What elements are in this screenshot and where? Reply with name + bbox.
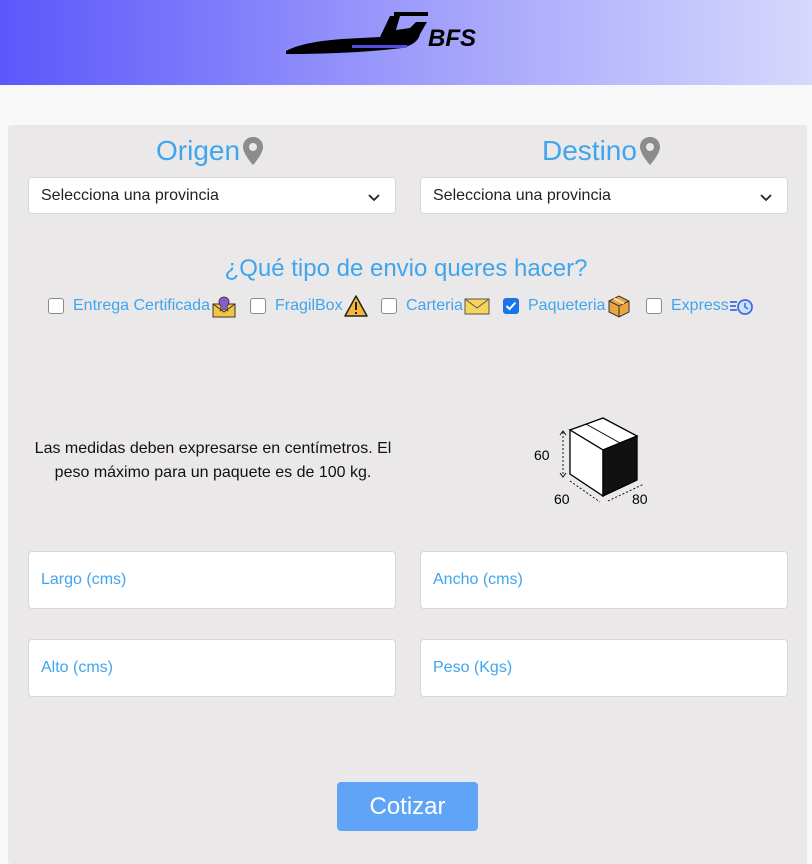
map-pin-icon bbox=[242, 136, 264, 166]
destination-title-label: Destino bbox=[542, 135, 637, 166]
peso-field[interactable] bbox=[420, 639, 788, 697]
plane-logo-icon: BFS bbox=[286, 12, 476, 54]
ancho-field[interactable] bbox=[420, 551, 788, 609]
width-label: 80 bbox=[632, 491, 648, 507]
option-paqueteria[interactable]: Paqueteria bbox=[503, 294, 632, 318]
chevron-down-icon bbox=[367, 190, 381, 208]
package-dimensions-figure: 60 60 80 bbox=[528, 410, 658, 510]
option-label: FragilBox bbox=[275, 297, 343, 314]
logo-text: BFS bbox=[428, 25, 476, 52]
origin-title: Origen bbox=[156, 135, 264, 167]
option-express[interactable]: Express bbox=[646, 294, 754, 318]
option-label: Express bbox=[671, 297, 729, 314]
checkbox-express[interactable] bbox=[646, 298, 662, 314]
chevron-down-icon bbox=[759, 190, 773, 208]
cotizar-button[interactable]: Cotizar bbox=[337, 782, 478, 831]
origin-province-select[interactable]: Selecciona una provincia bbox=[28, 177, 396, 214]
option-entrega-certificada[interactable]: Entrega Certificada bbox=[48, 294, 237, 318]
fast-clock-icon bbox=[729, 296, 754, 316]
checkbox-fragilbox[interactable] bbox=[250, 298, 266, 314]
ancho-input[interactable] bbox=[433, 571, 787, 589]
alto-field[interactable] bbox=[28, 639, 396, 697]
option-fragilbox[interactable]: FragilBox bbox=[250, 294, 368, 318]
largo-field[interactable] bbox=[28, 551, 396, 609]
shipping-type-question: ¿Qué tipo de envio queres hacer? bbox=[224, 255, 588, 282]
option-carteria[interactable]: Carteria bbox=[381, 294, 490, 318]
quote-form-card bbox=[8, 125, 807, 864]
package-icon bbox=[606, 293, 632, 319]
option-label: Paqueteria bbox=[528, 297, 606, 314]
destination-title: Destino bbox=[542, 135, 661, 167]
header-banner: BFS bbox=[0, 0, 812, 85]
measurement-note: Las medidas deben expresarse en centímet… bbox=[34, 440, 392, 481]
peso-input[interactable] bbox=[433, 659, 787, 677]
envelope-icon bbox=[464, 296, 490, 316]
bfs-logo[interactable]: BFS bbox=[282, 8, 482, 58]
option-label: Entrega Certificada bbox=[73, 297, 210, 314]
map-pin-icon bbox=[639, 136, 661, 166]
checkbox-paqueteria[interactable] bbox=[503, 298, 519, 314]
destination-province-select[interactable]: Selecciona una provincia bbox=[420, 177, 788, 214]
largo-input[interactable] bbox=[41, 571, 395, 589]
origin-select-value: Selecciona una provincia bbox=[41, 186, 219, 204]
checkmark-icon bbox=[505, 301, 517, 311]
warning-icon bbox=[343, 295, 368, 317]
checkbox-entrega-certificada[interactable] bbox=[48, 298, 64, 314]
option-label: Carteria bbox=[406, 297, 463, 314]
alto-input[interactable] bbox=[41, 659, 395, 677]
certified-mail-icon bbox=[211, 293, 237, 319]
checkbox-carteria[interactable] bbox=[381, 298, 397, 314]
origin-title-label: Origen bbox=[156, 135, 241, 166]
depth-label: 60 bbox=[554, 491, 570, 507]
destination-select-value: Selecciona una provincia bbox=[433, 186, 611, 204]
height-label: 60 bbox=[534, 447, 550, 463]
